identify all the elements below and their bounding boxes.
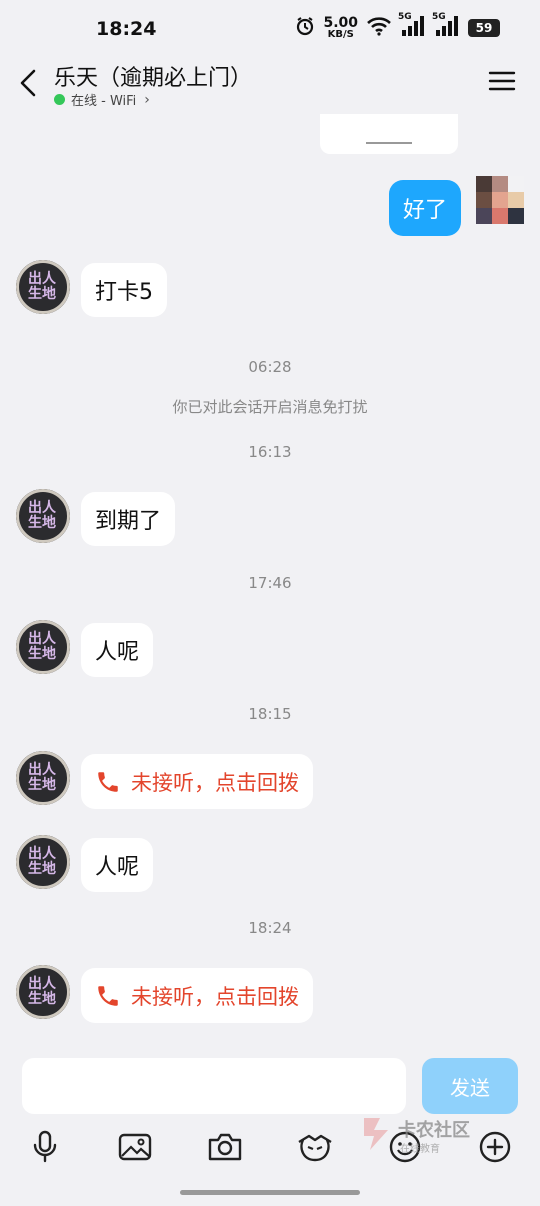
my-message-bubble[interactable]: 好了 [389, 180, 462, 236]
timestamp: 17:46 [248, 574, 292, 592]
alarm-icon [295, 16, 315, 40]
message-text: 好了 [403, 198, 448, 223]
image-card-bar [366, 142, 412, 144]
contact-avatar[interactable]: 出人 生地 [16, 751, 70, 805]
message-input[interactable] [22, 1058, 406, 1114]
microphone-icon[interactable] [22, 1124, 68, 1170]
sticker-icon[interactable] [292, 1124, 338, 1170]
online-dot-icon [54, 94, 65, 105]
timestamp: 18:15 [248, 705, 292, 723]
contact-avatar[interactable]: 出人 生地 [16, 620, 70, 674]
timestamp: 06:28 [248, 358, 292, 376]
received-message-bubble[interactable]: 到期了 [81, 492, 176, 546]
composer: 发送 [0, 1050, 540, 1206]
chat-header: 乐天（逾期必上门） 在线 - WiFi › [0, 58, 540, 114]
received-message-bubble[interactable]: 人呢 [81, 838, 154, 892]
signal-2-icon: 5G [432, 12, 460, 40]
back-icon[interactable] [16, 66, 42, 100]
image-icon[interactable] [112, 1124, 158, 1170]
status-icons: 5.00 KB/S 5G 5G 59 [295, 12, 500, 40]
system-notice: 你已对此会话开启消息免打扰 [172, 398, 368, 416]
send-button[interactable]: 发送 [422, 1058, 518, 1114]
emoji-icon[interactable] [382, 1124, 428, 1170]
my-avatar[interactable] [476, 176, 524, 224]
status-time: 18:24 [96, 18, 157, 40]
chevron-right-icon: › [144, 91, 150, 108]
timestamp: 16:13 [248, 443, 292, 461]
signal-1-icon: 5G [398, 12, 426, 40]
chat-title[interactable]: 乐天（逾期必上门） [54, 60, 252, 92]
battery-indicator: 59 [468, 19, 500, 37]
message-text: 打卡5 [95, 280, 153, 305]
received-message-bubble[interactable]: 打卡5 [81, 263, 167, 317]
received-message-bubble[interactable]: 人呢 [81, 623, 154, 677]
message-text: 人呢 [95, 640, 140, 665]
missed-call-text: 未接听，点击回拨 [131, 770, 299, 795]
status-bar: 18:24 5.00 KB/S 5G 5G 59 [0, 0, 540, 58]
missed-call-bubble[interactable]: 未接听，点击回拨 [81, 968, 313, 1023]
composer-toolbar [0, 1124, 540, 1170]
network-speed: 5.00 KB/S [323, 15, 358, 40]
contact-avatar[interactable]: 出人 生地 [16, 835, 70, 889]
missed-call-bubble[interactable]: 未接听，点击回拨 [81, 754, 313, 809]
message-text: 人呢 [95, 855, 140, 880]
timestamp: 18:24 [248, 919, 292, 937]
previous-image-message[interactable] [320, 114, 458, 154]
online-status[interactable]: 在线 - WiFi › [54, 90, 150, 109]
camera-icon[interactable] [202, 1124, 248, 1170]
contact-avatar[interactable]: 出人 生地 [16, 260, 70, 314]
message-list[interactable]: 好了 出人 生地 打卡5 06:28 你已对此会话开启消息免打扰 16:13 出人… [0, 114, 540, 1050]
contact-avatar[interactable]: 出人 生地 [16, 965, 70, 1019]
missed-call-text: 未接听，点击回拨 [131, 984, 299, 1009]
menu-icon[interactable] [488, 68, 516, 94]
contact-avatar[interactable]: 出人 生地 [16, 489, 70, 543]
online-status-text: 在线 - WiFi [71, 94, 137, 109]
wifi-icon [366, 16, 392, 40]
phone-icon [95, 983, 121, 1009]
home-indicator[interactable] [180, 1190, 360, 1195]
message-text: 到期了 [95, 509, 162, 534]
phone-icon [95, 769, 121, 795]
plus-icon[interactable] [472, 1124, 518, 1170]
